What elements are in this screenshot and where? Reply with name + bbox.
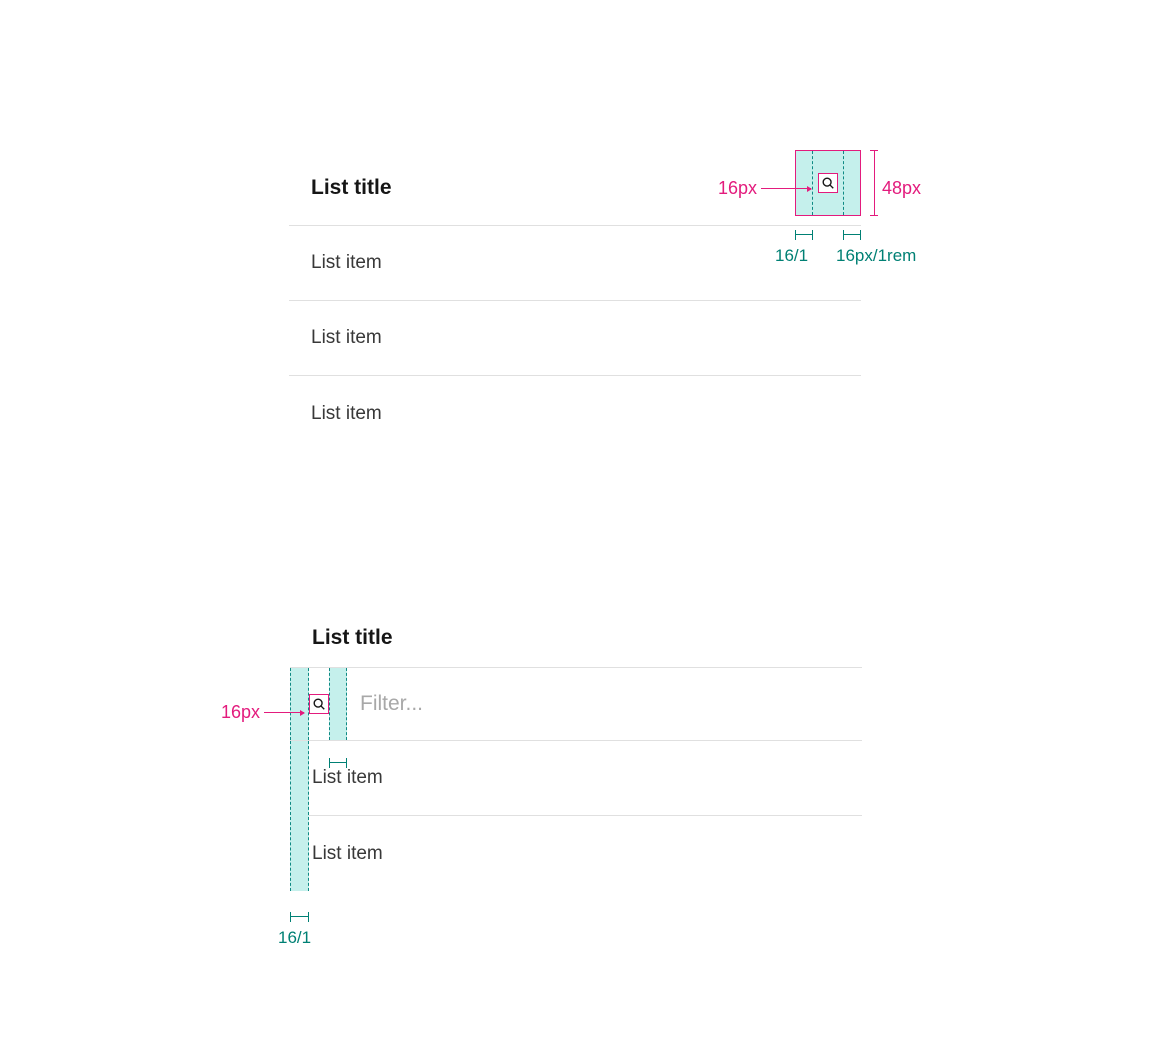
filter-row: Filter... [290,667,862,741]
annotation-height-bracket [870,150,878,216]
annotation-span-left-a [795,230,813,240]
list-title: List title [290,609,862,667]
annotation-span-gap-b [329,758,347,768]
annotation-span-left-b [290,912,309,922]
filter-input[interactable]: Filter... [360,692,423,716]
annotation-span-right-a [843,230,861,240]
list-item[interactable]: List item [289,376,861,451]
annotation-icon-size-b: 16px [221,702,304,723]
search-icon [818,173,838,193]
list-item[interactable]: List item [290,741,862,816]
annotation-padding-left-a: 16/1 [775,246,808,266]
list-item[interactable]: List item [290,816,862,891]
list-body: List item List item [290,741,862,891]
annotation-padding-right-a: 16px/1rem [836,246,916,266]
list-example-b: List title Filter... List item List item [290,609,862,891]
search-icon [309,694,329,714]
annotation-padding-left-b: 16/1 [278,928,311,948]
list-title: List title [289,176,392,200]
annotation-button-height: 48px [882,178,921,199]
list-item[interactable]: List item [289,301,861,376]
annotation-icon-size-a: 16px [718,178,811,199]
